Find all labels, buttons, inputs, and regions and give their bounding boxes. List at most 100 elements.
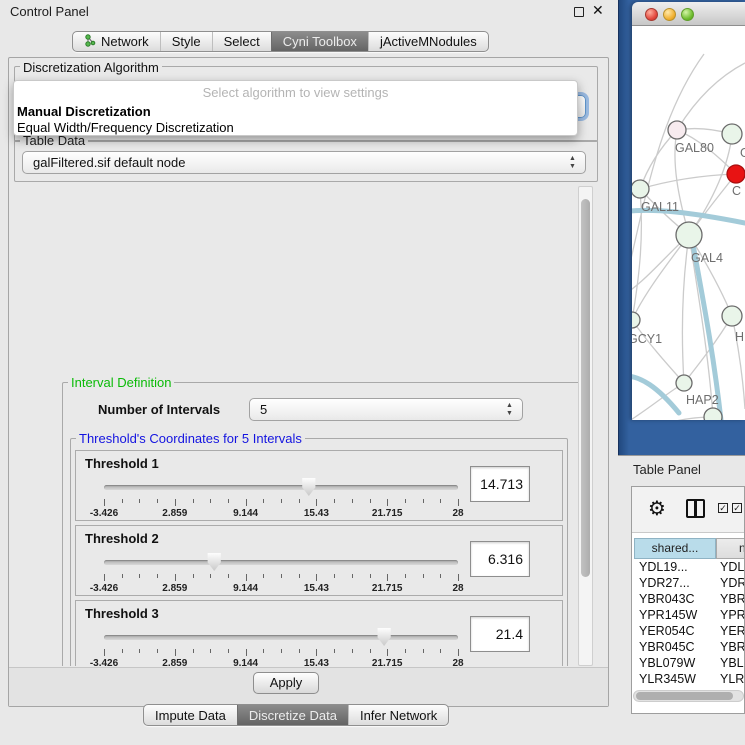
- table-cell: YDR27: [716, 575, 745, 591]
- network-node[interactable]: [632, 180, 649, 198]
- slider-tick: [352, 499, 353, 503]
- slider-tick: [281, 499, 282, 503]
- threshold-label: Threshold 3: [85, 606, 159, 621]
- table-cell: YER05: [716, 623, 745, 639]
- network-node[interactable]: [704, 408, 722, 420]
- tab-impute-data[interactable]: Impute Data: [144, 705, 237, 725]
- slider-tick: [352, 574, 353, 578]
- network-node[interactable]: [676, 222, 702, 248]
- slider-thumb[interactable]: [207, 553, 222, 571]
- threshold-panel-1: Threshold 1-3.4262.8599.14415.4321.71528…: [75, 450, 563, 521]
- slider-tick: [175, 574, 176, 581]
- table-row[interactable]: YLR345WYLR34: [634, 671, 745, 687]
- control-panel-titlebar: Control Panel ✕: [0, 0, 618, 24]
- network-edge: [640, 130, 677, 189]
- tab-jactivemnodules[interactable]: jActiveMNodules: [368, 32, 488, 51]
- network-edge: [677, 63, 745, 130]
- network-node[interactable]: [676, 375, 692, 391]
- table-row[interactable]: YPR145WYPR14: [634, 607, 745, 623]
- slider-track[interactable]: [104, 485, 458, 490]
- slider-thumb[interactable]: [377, 628, 392, 646]
- checkbox-icon[interactable]: ✓: [718, 503, 728, 513]
- slider-tick-label: 2.859: [153, 508, 197, 519]
- algorithm-option-manual-discretization[interactable]: Manual Discretization: [17, 104, 151, 119]
- checkbox-icon[interactable]: ✓: [732, 503, 742, 513]
- slider-tick: [210, 649, 211, 653]
- slider-tick: [193, 649, 194, 653]
- column-header-na[interactable]: na: [716, 538, 745, 559]
- number-of-intervals-label: Number of Intervals: [98, 402, 220, 417]
- table-cell: YER054C: [634, 623, 716, 639]
- table-horizontal-scrollbar[interactable]: [633, 690, 744, 702]
- slider-tick: [440, 499, 441, 503]
- slider-tick: [423, 649, 424, 653]
- table-row[interactable]: YER054CYER05: [634, 623, 745, 639]
- number-of-intervals-combobox[interactable]: 5▲▼: [249, 398, 523, 421]
- slider-tick: [423, 499, 424, 503]
- slider-tick: [387, 499, 388, 506]
- table-cell: YDL19...: [634, 559, 716, 575]
- interval-definition-label: Interval Definition: [68, 375, 174, 390]
- slider-thumb[interactable]: [301, 478, 316, 496]
- combo-arrows-icon: ▲▼: [505, 402, 514, 418]
- network-canvas[interactable]: GAL80GACGAL11GAL4GCY1HHAP2: [632, 26, 745, 420]
- slider-tick: [405, 649, 406, 653]
- tab-infer-network[interactable]: Infer Network: [348, 705, 448, 725]
- table-cell: YBL079W: [634, 655, 716, 671]
- minimize-traffic-light[interactable]: [663, 8, 676, 21]
- threshold-label: Threshold 1: [85, 456, 159, 471]
- network-node[interactable]: [722, 124, 742, 144]
- table-cell: YBR04: [716, 591, 745, 607]
- close-traffic-light[interactable]: [645, 8, 658, 21]
- apply-button[interactable]: Apply: [253, 672, 319, 694]
- slider-track[interactable]: [104, 635, 458, 640]
- slider-tick: [228, 499, 229, 503]
- tab-cyni-toolbox[interactable]: Cyni Toolbox: [271, 32, 368, 51]
- threshold-value-field[interactable]: 6.316: [470, 541, 530, 577]
- network-node[interactable]: [722, 306, 742, 326]
- slider-tick: [104, 649, 105, 656]
- slider-tick: [157, 649, 158, 653]
- table-row[interactable]: YDR27...YDR27: [634, 575, 745, 591]
- threshold-value-field[interactable]: 14.713: [470, 466, 530, 502]
- float-window-icon[interactable]: [574, 7, 584, 17]
- table-row[interactable]: YBR045CYBR04: [634, 639, 745, 655]
- close-icon[interactable]: ✕: [592, 2, 604, 19]
- tab-select[interactable]: Select: [212, 32, 271, 51]
- slider-tick: [316, 499, 317, 506]
- table-scrollbar-thumb[interactable]: [636, 692, 733, 700]
- column-header-shared-[interactable]: shared...: [634, 538, 716, 559]
- slider-tick-label: 21.715: [365, 508, 409, 519]
- tab-discretize-data[interactable]: Discretize Data: [237, 705, 348, 725]
- table-row[interactable]: YBL079WYBL07: [634, 655, 745, 671]
- network-node[interactable]: [727, 165, 745, 183]
- slider-tick: [246, 649, 247, 656]
- table-data-combobox[interactable]: galFiltered.sif default node▲▼: [22, 151, 586, 174]
- slider-tick: [122, 499, 123, 503]
- algorithm-option-equal-width-frequency-discretization[interactable]: Equal Width/Frequency Discretization: [17, 120, 234, 135]
- slider-tick-label: 21.715: [365, 658, 409, 666]
- slider-tick: [139, 649, 140, 653]
- slider-tick: [334, 499, 335, 503]
- settings-vertical-scrollbar[interactable]: [578, 186, 593, 666]
- slider-tick: [263, 649, 264, 653]
- slider-tick: [175, 649, 176, 656]
- table-row[interactable]: YDL19...YDL19: [634, 559, 745, 575]
- threshold-value-field[interactable]: 21.4: [470, 616, 530, 652]
- table-row[interactable]: YBR043CYBR04: [634, 591, 745, 607]
- slider-track[interactable]: [104, 560, 458, 565]
- network-node[interactable]: [668, 121, 686, 139]
- zoom-traffic-light[interactable]: [681, 8, 694, 21]
- slider-tick-label: -3.426: [82, 658, 126, 666]
- bottom-tab-bar: Impute DataDiscretize DataInfer Network: [143, 704, 449, 726]
- slider-tick: [299, 499, 300, 503]
- table-cell: YPR14: [716, 607, 745, 623]
- tab-style[interactable]: Style: [160, 32, 212, 51]
- settings-scrollbar-thumb[interactable]: [581, 199, 590, 577]
- network-window-titlebar[interactable]: [632, 2, 745, 26]
- network-node[interactable]: [632, 312, 640, 328]
- gear-icon[interactable]: ⚙: [648, 496, 666, 521]
- tab-network[interactable]: Network: [73, 32, 160, 51]
- columns-icon[interactable]: [686, 499, 705, 518]
- slider-tick: [157, 499, 158, 503]
